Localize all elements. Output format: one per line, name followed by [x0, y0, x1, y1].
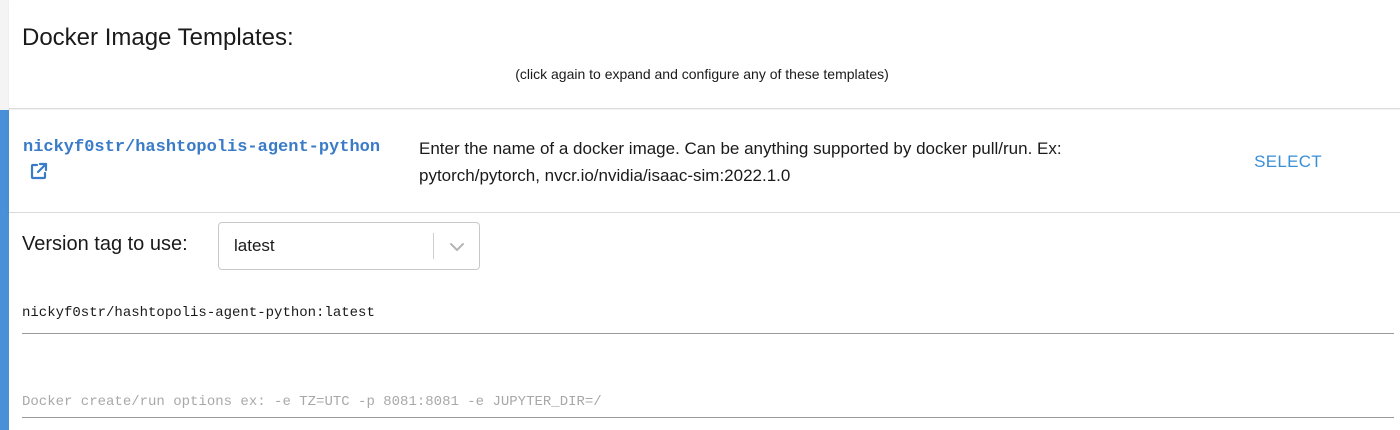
selected-template-accent	[0, 110, 9, 430]
template-description: Enter the name of a docker image. Can be…	[419, 139, 1062, 185]
version-tag-select[interactable]: latest	[218, 222, 480, 270]
page-title: Docker Image Templates:	[22, 24, 294, 51]
template-config: Version tag to use: latest nickyf0str/ha…	[9, 213, 1400, 430]
external-link-icon[interactable]	[29, 161, 49, 181]
chevron-down-icon[interactable]	[447, 237, 467, 257]
image-reference-field[interactable]: nickyf0str/hashtopolis-agent-python:late…	[22, 305, 375, 321]
template-row[interactable]: nickyf0str/hashtopolis-agent-python Ente…	[9, 110, 1400, 213]
image-reference-underline	[22, 333, 1394, 334]
template-name: nickyf0str/hashtopolis-agent-python	[23, 138, 381, 157]
docker-options-input[interactable]	[22, 387, 1394, 418]
select-divider	[433, 233, 434, 259]
template-name-link[interactable]: nickyf0str/hashtopolis-agent-python	[23, 134, 383, 188]
select-button[interactable]: SELECT	[1248, 148, 1328, 176]
page-subtitle: (click again to expand and configure any…	[515, 66, 889, 82]
version-tag-label: Version tag to use:	[22, 233, 188, 255]
templates-header: Docker Image Templates: (click again to …	[9, 0, 1400, 109]
version-tag-value: latest	[234, 236, 275, 255]
page: Docker Image Templates: (click again to …	[0, 0, 1400, 430]
